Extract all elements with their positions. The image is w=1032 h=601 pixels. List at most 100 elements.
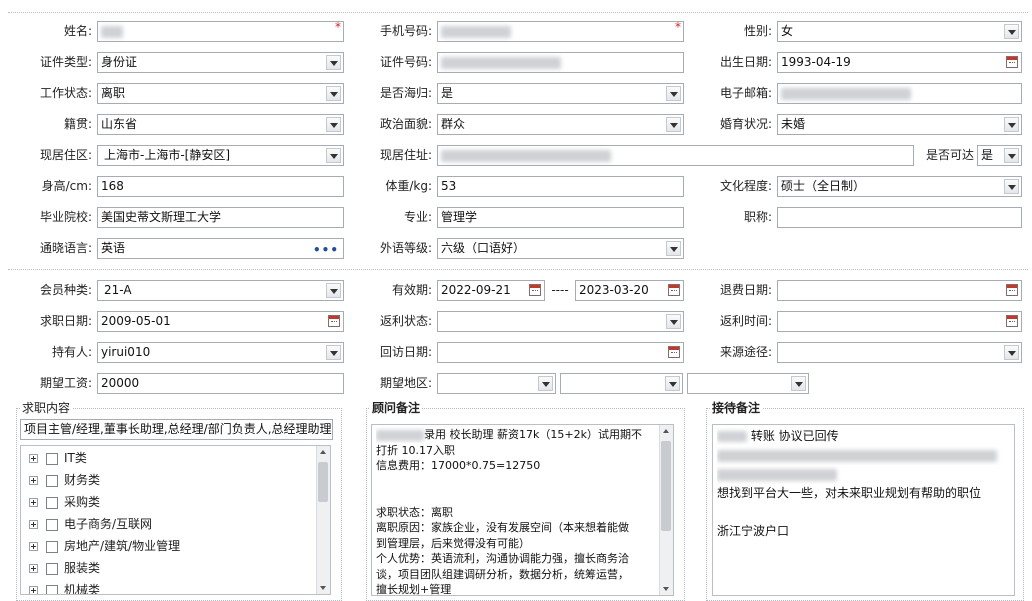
job-content-summary[interactable]: 项目主管/经理,董事长助理,总经理/部门负责人,总经理助理	[20, 419, 333, 440]
chevron-down-icon[interactable]	[1004, 179, 1019, 194]
scroll-thumb[interactable]	[318, 462, 328, 502]
chevron-down-icon[interactable]	[1004, 345, 1019, 360]
checkbox[interactable]	[46, 518, 58, 531]
expand-icon[interactable]	[29, 520, 38, 529]
chevron-down-icon[interactable]	[326, 86, 341, 101]
expand-icon[interactable]	[29, 476, 38, 485]
tree-item[interactable]: 机械类	[29, 581, 100, 594]
advisor-notes-textarea[interactable]: 录用 校长助理 薪资17k（15+2k）试用期不 打折 10.17入职 信息费用…	[371, 424, 674, 596]
checkbox[interactable]	[46, 496, 58, 509]
checkbox[interactable]	[46, 540, 58, 553]
tree-item[interactable]: 服装类	[29, 559, 100, 577]
checkbox[interactable]	[46, 452, 58, 465]
scroll-down-icon[interactable]	[660, 583, 673, 595]
chevron-down-icon[interactable]	[791, 376, 806, 391]
chevron-down-icon[interactable]	[326, 148, 341, 163]
expected-salary-input[interactable]: 20000	[97, 373, 344, 394]
expand-icon[interactable]	[29, 586, 38, 594]
email-input[interactable]	[777, 83, 1022, 104]
calendar-icon[interactable]	[1006, 56, 1018, 68]
id-type-select[interactable]: 身份证	[97, 52, 344, 73]
reception-notes-textarea[interactable]: 转账 协议已回传 想找到平台大一些，对未来职业规划有帮助的职位 浙江宁波户口	[712, 424, 1015, 596]
job-seek-date-input[interactable]: 2009-05-01	[97, 311, 344, 332]
chevron-down-icon[interactable]	[326, 55, 341, 70]
chevron-down-icon[interactable]	[326, 117, 341, 132]
validity-end-input[interactable]: 2023-03-20	[575, 280, 684, 301]
language-input[interactable]: 英语 •••	[97, 238, 344, 259]
tree-item[interactable]: IT类	[29, 449, 87, 467]
native-place-select[interactable]: 山东省	[97, 114, 344, 135]
rebate-status-select[interactable]	[437, 311, 684, 332]
job-category-tree[interactable]: IT类 财务类 采购类 电子商务/互联网 房地产/建筑/物业管理 服装类 机械类	[20, 445, 331, 595]
address-input[interactable]	[437, 145, 914, 166]
tree-item[interactable]: 电子商务/互联网	[29, 515, 152, 533]
calendar-icon[interactable]	[668, 284, 680, 296]
tree-scrollbar[interactable]	[316, 446, 330, 594]
tree-item[interactable]: 房地产/建筑/物业管理	[29, 537, 180, 555]
expand-icon[interactable]	[29, 564, 38, 573]
calendar-icon[interactable]	[1006, 315, 1018, 327]
phone-input[interactable]: *	[437, 21, 684, 42]
education-select[interactable]: 硕士（全日制）	[777, 176, 1022, 197]
name-input[interactable]: *	[97, 21, 344, 42]
marital-select[interactable]: 未婚	[777, 114, 1022, 135]
gender-select[interactable]: 女	[777, 21, 1022, 42]
expand-icon[interactable]	[29, 542, 38, 551]
chevron-down-icon[interactable]	[665, 376, 680, 391]
id-number-input[interactable]	[437, 52, 684, 73]
tree-item[interactable]: 采购类	[29, 493, 100, 511]
calendar-icon[interactable]	[1006, 284, 1018, 296]
native-place-label: 籍贯:	[63, 117, 92, 131]
major-input[interactable]: 管理学	[437, 207, 684, 228]
visit-date-input[interactable]	[437, 342, 684, 363]
calendar-icon[interactable]	[328, 315, 340, 327]
chevron-down-icon[interactable]	[666, 241, 681, 256]
chevron-down-icon[interactable]	[326, 345, 341, 360]
residence-select[interactable]: 上海市-上海市-[静安区]	[97, 145, 344, 166]
chevron-down-icon[interactable]	[1004, 117, 1019, 132]
chevron-down-icon[interactable]	[1004, 148, 1019, 163]
height-input[interactable]: 168	[97, 176, 344, 197]
expand-icon[interactable]	[29, 454, 38, 463]
work-status-select[interactable]: 离职	[97, 83, 344, 104]
scroll-down-icon[interactable]	[317, 582, 330, 594]
school-label: 毕业院校:	[39, 210, 92, 224]
checkbox[interactable]	[46, 474, 58, 487]
refund-date-input[interactable]	[777, 280, 1022, 301]
region-province-select[interactable]	[437, 373, 556, 394]
reachable-select[interactable]: 是	[977, 145, 1022, 166]
language-level-select[interactable]: 六级（口语好）	[437, 238, 684, 259]
region-district-select[interactable]	[687, 373, 809, 394]
expand-icon[interactable]	[29, 498, 38, 507]
weight-input[interactable]: 53	[437, 176, 684, 197]
chevron-down-icon[interactable]	[666, 86, 681, 101]
checkbox[interactable]	[46, 562, 58, 575]
scroll-up-icon[interactable]	[660, 425, 673, 437]
source-select[interactable]	[777, 342, 1022, 363]
reception-notes-title: 接待备注	[710, 400, 763, 416]
chevron-down-icon[interactable]	[326, 283, 341, 298]
calendar-icon[interactable]	[668, 346, 680, 358]
chevron-down-icon[interactable]	[666, 117, 681, 132]
political-select[interactable]: 群众	[437, 114, 684, 135]
school-input[interactable]: 美国史蒂文斯理工大学	[97, 207, 344, 228]
chevron-down-icon[interactable]	[1004, 24, 1019, 39]
advisor-notes-scrollbar[interactable]	[659, 425, 673, 595]
language-level-label: 外语等级:	[379, 241, 432, 255]
checkbox[interactable]	[46, 584, 58, 594]
chevron-down-icon[interactable]	[666, 314, 681, 329]
scroll-up-icon[interactable]	[317, 446, 330, 458]
rebate-time-input[interactable]	[777, 311, 1022, 332]
member-type-select[interactable]: 21-A	[97, 280, 344, 301]
returnee-select[interactable]: 是	[437, 83, 684, 104]
more-icon[interactable]: •••	[313, 241, 339, 258]
scroll-thumb[interactable]	[661, 441, 671, 531]
title-input[interactable]	[777, 207, 1022, 228]
validity-start-input[interactable]: 2022-09-21	[437, 280, 545, 301]
chevron-down-icon[interactable]	[538, 376, 553, 391]
tree-item[interactable]: 财务类	[29, 471, 100, 489]
region-city-select[interactable]	[560, 373, 683, 394]
holder-select[interactable]: yirui010	[97, 342, 344, 363]
calendar-icon[interactable]	[529, 284, 541, 296]
birth-date-input[interactable]: 1993-04-19	[777, 52, 1022, 73]
